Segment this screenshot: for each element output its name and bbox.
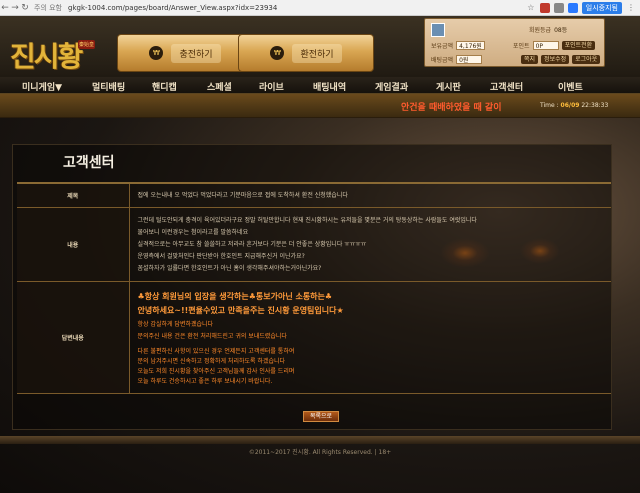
answer-line: 문의주신 내용 건은 환전 처리해드린고 귀의 보내드렸습니다 [137, 333, 287, 340]
content-line: 꼼설하자가 일률다면 한호인트가 아닌 홈이 생각해주셔야하는거아닌가요? [137, 264, 322, 272]
point-value: 0P [532, 41, 559, 50]
time-clock: 22:38:33 [581, 102, 609, 109]
coin-icon: ₩ [149, 46, 164, 60]
content-label: 내용 [17, 207, 130, 282]
nav-item-live[interactable]: 라이브 [259, 80, 284, 93]
content-line: 운영측에서 걸맞처인다 판단받아 한호인트 지급해주신거 이닌가요? [137, 252, 305, 260]
extension-icon-grey[interactable] [553, 3, 564, 13]
table-row: 제목 접에 오는내내 오 먹었다 먹었다라고 기분마음으로 접에 도착하셔 환전… [17, 182, 611, 208]
deposit-label: 충전하기 [171, 43, 221, 63]
content-line: 실격적으로는 아무교도 참 쓸쓸하고 저라라 흔거보다 기분은 더 안좋은 상황… [137, 240, 367, 248]
nav-item-handicap[interactable]: 핸디캡 [152, 80, 177, 93]
table-row: 답변내용 ♣항상 회원님의 입장을 생각하는♣통보가아닌 소통하는♣ 안녕하세요… [17, 281, 611, 394]
answer-greeting: 안녕하세요~!!편율수있고 만족을주는 진시황 운영팀입니다★ [137, 306, 344, 315]
bet-label: 배팅금액 [431, 57, 454, 64]
browser-actions: ☆ 일시중지됨 ⋮ [526, 2, 636, 14]
answer-headline: ♣항상 회원님의 입장을 생각하는♣통보가아닌 소통하는♣ [137, 292, 333, 301]
level-value: 08등 [554, 27, 568, 34]
reload-icon[interactable]: ↻ [20, 0, 30, 16]
time-date: 06/09 [560, 102, 580, 109]
nav-item-minigame[interactable]: 미니게임▼ [22, 80, 62, 93]
subject-label: 제목 [17, 182, 130, 208]
answer-line: 문의 남겨주시면 신속하고 정확하게 처리하도록 하겠습니다 [137, 358, 286, 365]
paused-badge[interactable]: 일시중지됨 [581, 2, 622, 14]
answer-line: 다른 불편하신 사항이 있으신 경우 언제든지 고객센터를 통하여 [137, 348, 295, 355]
forward-icon[interactable]: → [10, 0, 20, 16]
extension-icon-blue[interactable] [567, 3, 578, 13]
bet-value: 0원 [456, 55, 483, 64]
answer-label: 답변내용 [17, 281, 130, 394]
cash-value: 4,176원 [456, 41, 485, 50]
server-time: Time : 06/09 22:38:33 [540, 102, 608, 109]
answer-line: 오늘 하루도 건승하시고 좋은 하루 보내시기 바랍니다. [137, 378, 273, 385]
memo-button[interactable]: 쪽지 [521, 55, 539, 64]
content-panel: 고객센터 제목 접에 오는내내 오 먹었다 먹었다라고 기분마음으로 접에 도착… [12, 144, 612, 430]
site-logo[interactable]: 진시황 [10, 35, 83, 75]
nav-item-game-results[interactable]: 게임결과 [375, 80, 408, 93]
ticker-message: 안건을 때배하였을 때 같이 [401, 103, 502, 113]
back-icon[interactable]: ← [0, 0, 10, 16]
content-line: 물어보니 이런경우는 첨이라고를 말씀하네요 [137, 228, 249, 236]
time-label: Time : [540, 102, 559, 109]
site-info-warning[interactable]: 주의 요함 [34, 3, 62, 13]
content-line: 그런데 털도안되게 충격이 육어있더라구요 정말 허탈만합니다 현재 진시황하시… [137, 216, 477, 224]
back-to-list-button[interactable]: 목록으로 [303, 411, 339, 422]
withdraw-button[interactable]: ₩ 환전하기 [238, 34, 374, 72]
nav-item-bet-history[interactable]: 배팅내역 [313, 80, 346, 93]
main-nav: 미니게임▼ 멀티배팅 핸디캡 스페셜 라이브 배팅내역 게임결과 게시판 고객센… [0, 77, 640, 94]
table-row: 내용 그런데 털도안되게 충격이 육어있더라구요 정말 허탈만합니다 현재 진시… [17, 207, 611, 282]
notice-ticker: 안건을 때배하였을 때 같이 Time : 06/09 22:38:33 [0, 94, 640, 118]
menu-icon[interactable]: ⋮ [626, 3, 636, 13]
nav-item-multi-betting[interactable]: 멀티배팅 [92, 80, 125, 93]
address-url[interactable]: gkgk-1004.com/pages/board/Answer_View.as… [68, 4, 277, 12]
site-header: 진시황 秦始皇 ₩ 충전하기 ₩ 환전하기 회원등급 08등 보유금액 4,17… [0, 16, 640, 77]
footer-divider [0, 436, 640, 444]
cash-label: 보유금액 [431, 43, 454, 50]
content-value: 그런데 털도안되게 충격이 육어있더라구요 정말 허탈만합니다 현재 진시황하시… [129, 207, 611, 282]
coin-icon: ₩ [270, 46, 285, 60]
page-title: 고객센터 [63, 155, 115, 171]
nav-item-customer-center[interactable]: 고객센터 [490, 80, 523, 93]
answer-line: 항상 감실하게 답변하곘습니다 [137, 321, 214, 328]
logo-seal: 秦始皇 [78, 40, 96, 49]
level-label: 회원등급 [529, 27, 552, 34]
withdraw-label: 환전하기 [292, 43, 342, 63]
nav-item-board[interactable]: 게시판 [436, 80, 461, 93]
subject-text: 접에 오는내내 오 먹었다 먹었다라고 기분마음으로 접에 도착하셔 환전 신청… [137, 191, 348, 199]
point-convert-button[interactable]: 포인트전환 [561, 41, 596, 50]
subject-value: 접에 오는내내 오 먹었다 먹었다라고 기분마음으로 접에 도착하셔 환전 신청… [129, 182, 611, 208]
avatar [431, 23, 445, 37]
answer-value: ♣항상 회원님의 입장을 생각하는♣통보가아닌 소통하는♣ 안녕하세요~!!편율… [129, 281, 611, 394]
point-label: 포인트 [513, 43, 530, 50]
deposit-button[interactable]: ₩ 충전하기 [117, 34, 253, 72]
answer-line: 오늘도 저희 진시황을 찾아주신 고객님들께 감사 인사를 드리며 [137, 368, 295, 375]
nav-item-event[interactable]: 이벤트 [558, 80, 583, 93]
nav-item-special[interactable]: 스페셜 [207, 80, 232, 93]
star-icon[interactable]: ☆ [526, 3, 536, 13]
info-edit-button[interactable]: 정보수정 [541, 55, 570, 64]
logout-button[interactable]: 로그아웃 [572, 55, 601, 64]
extension-icon-red[interactable] [539, 3, 550, 13]
user-info-panel: 회원등급 08등 보유금액 4,176원 포인트 0P 포인트전환 배팅금액 0… [424, 18, 605, 67]
footer-copyright: ©2011~2017 진시황. All Rights Reserved. | 1… [248, 449, 392, 456]
browser-address-bar: ← → ↻ 주의 요함 gkgk-1004.com/pages/board/An… [0, 0, 640, 16]
inquiry-table: 제목 접에 오는내내 오 먹었다 먹었다라고 기분마음으로 접에 도착하셔 환전… [17, 182, 611, 394]
